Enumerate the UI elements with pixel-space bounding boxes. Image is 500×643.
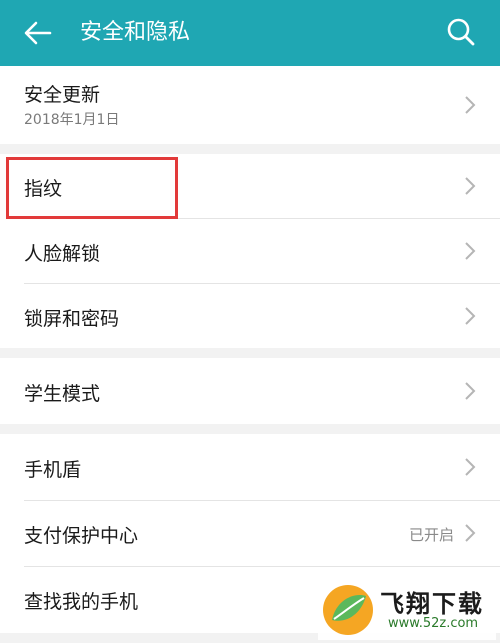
back-button[interactable]: [22, 17, 54, 49]
student-mode-label: 学生模式: [24, 383, 101, 405]
chevron-right-icon: [465, 524, 476, 542]
app-header: 安全和隐私: [0, 0, 500, 66]
phone-shield-item[interactable]: 手机盾: [0, 434, 500, 500]
arrow-left-icon: [24, 21, 52, 45]
chevron-right-icon: [465, 382, 476, 400]
chevron-right-icon: [465, 242, 476, 260]
find-my-phone-label: 查找我的手机: [24, 591, 139, 613]
search-icon: [447, 18, 475, 46]
watermark-name: 飞翔下载: [380, 590, 484, 618]
site-watermark: 飞翔下载 www.52z.com: [318, 580, 496, 640]
student-mode-item[interactable]: 学生模式: [0, 358, 500, 424]
settings-group-student: 学生模式: [0, 358, 500, 424]
security-update-date: 2018年1月1日: [24, 112, 120, 128]
face-unlock-label: 人脸解锁: [24, 243, 101, 265]
watermark-url: www.52z.com: [388, 616, 479, 631]
fingerprint-highlight-box: [6, 157, 178, 219]
payment-protection-label: 支付保护中心: [24, 525, 139, 547]
payment-protection-status: 已开启: [408, 526, 454, 544]
lock-screen-password-label: 锁屏和密码: [24, 308, 120, 330]
security-update-label: 安全更新: [24, 84, 101, 106]
face-unlock-item[interactable]: 人脸解锁: [0, 219, 500, 283]
payment-protection-item[interactable]: 支付保护中心 已开启: [0, 501, 500, 566]
chevron-right-icon: [465, 96, 476, 114]
security-update-item[interactable]: 安全更新 2018年1月1日: [0, 66, 500, 144]
chevron-right-icon: [465, 177, 476, 195]
phone-shield-label: 手机盾: [24, 459, 82, 481]
chevron-right-icon: [465, 307, 476, 325]
leaf-logo-icon: [323, 585, 373, 635]
search-button[interactable]: [444, 15, 478, 49]
chevron-right-icon: [465, 458, 476, 476]
page-title: 安全和隐私: [80, 20, 191, 45]
settings-group-security-update: 安全更新 2018年1月1日: [0, 66, 500, 144]
lock-screen-password-item[interactable]: 锁屏和密码: [0, 284, 500, 348]
